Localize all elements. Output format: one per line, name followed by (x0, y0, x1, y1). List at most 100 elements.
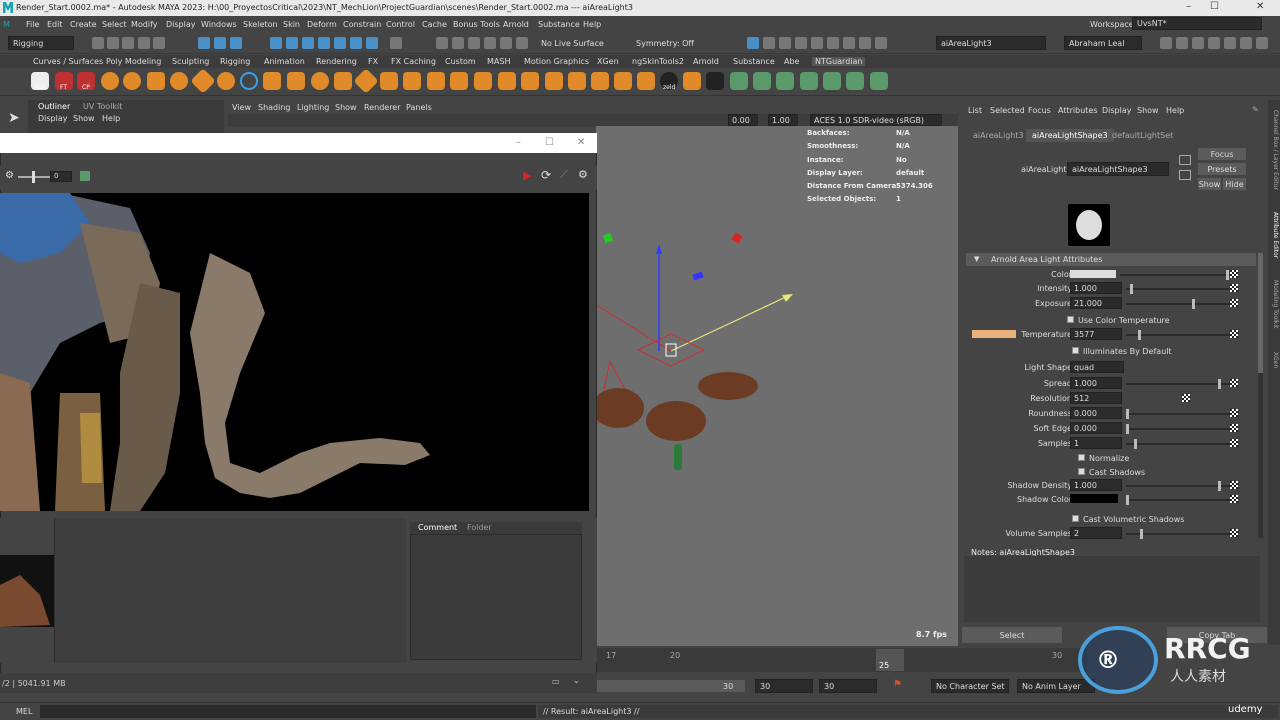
ae-temperature-map-icon[interactable] (1230, 330, 1238, 338)
shelf-tab-motion-graphics[interactable]: Motion Graphics (524, 57, 589, 66)
layer-tool-icon[interactable] (334, 72, 352, 90)
maya-menu-icon[interactable]: M (3, 20, 10, 29)
ae-soft-edge-map-icon[interactable] (1230, 424, 1238, 432)
side-tab-xgen[interactable]: XGen (1269, 352, 1279, 372)
diamond-tool-icon[interactable] (190, 68, 216, 94)
close-button[interactable]: ✕ (1256, 1, 1264, 12)
ae-samples-field[interactable]: 1 (1070, 437, 1122, 449)
ae-menu-selected[interactable]: Selected (990, 106, 1025, 115)
rv-render-icon[interactable]: ▶ (523, 169, 531, 182)
new-scene-icon[interactable] (92, 37, 104, 49)
ae-soft-edge-slider[interactable] (1126, 424, 1230, 434)
input-icon[interactable] (468, 37, 480, 49)
ae-illuminates-default-checkbox[interactable] (1072, 347, 1079, 354)
ae-volume-samples-slider[interactable] (1126, 529, 1230, 539)
rv-exposure-field[interactable]: 0 (50, 171, 72, 182)
history-icon[interactable] (436, 37, 448, 49)
ae-scroll-thumb[interactable] (1258, 253, 1263, 373)
outliner-menu-display[interactable]: Display (38, 114, 68, 123)
rv-settings-icon[interactable]: ⚙ (5, 170, 14, 181)
loop-tool-icon[interactable] (311, 72, 329, 90)
curve-tool-icon[interactable] (263, 72, 281, 90)
ae-light-shape-select[interactable]: quad (1070, 361, 1124, 373)
control-tool-icon-4[interactable] (474, 72, 492, 90)
menu-modify[interactable]: Modify (131, 20, 158, 29)
vp-menu-renderer[interactable]: Renderer (364, 103, 401, 112)
cylinder-tool-icon[interactable] (217, 72, 235, 90)
shelf-tab-rigging[interactable]: Rigging (220, 57, 250, 66)
ae-section-collapse-icon[interactable]: ▼ (974, 255, 979, 263)
render-view-icon[interactable] (747, 37, 759, 49)
ae-select-button[interactable]: Select (962, 627, 1062, 643)
menu-cache[interactable]: Cache (422, 20, 447, 29)
redo-icon[interactable] (153, 37, 165, 49)
control-tool-icon-9[interactable] (591, 72, 609, 90)
rv-maximize-button[interactable]: ☐ (545, 137, 554, 148)
shelf-tab-mash[interactable]: MASH (487, 57, 510, 66)
menu-skeleton[interactable]: Skeleton (243, 20, 278, 29)
render-image[interactable] (0, 193, 589, 511)
ae-cast-shadows-checkbox[interactable] (1078, 468, 1085, 475)
cmd-input[interactable] (40, 705, 536, 718)
ae-spread-field[interactable]: 1.000 (1070, 377, 1122, 389)
shelf-tab-fx-caching[interactable]: FX Caching (391, 57, 436, 66)
layout-icon-3[interactable] (1192, 37, 1204, 49)
ae-go-input-icon[interactable] (1179, 155, 1191, 165)
shelf-tab-ngskintools[interactable]: ngSkinTools2 (632, 57, 684, 66)
rv-collapse-icon[interactable]: ⌄ (573, 676, 580, 685)
pivot-tool-icon[interactable] (706, 72, 724, 90)
outliner-menu-help[interactable]: Help (102, 114, 120, 123)
shelf-tab-fx[interactable]: FX (368, 57, 378, 66)
snap-view-icon[interactable] (318, 37, 330, 49)
lock-icon[interactable] (390, 37, 402, 49)
ae-samples-map-icon[interactable] (1230, 439, 1238, 447)
ae-node-name-field[interactable]: aiAreaLightShape3 (1067, 162, 1169, 176)
ae-menu-list[interactable]: List (968, 106, 982, 115)
select-arrow-icon[interactable]: ➤ (8, 110, 20, 126)
ae-menu-help[interactable]: Help (1166, 106, 1184, 115)
ae-color-swatch[interactable] (1070, 270, 1116, 278)
ae-tab-transform[interactable]: aiAreaLight3 (973, 131, 1024, 140)
menu-display[interactable]: Display (166, 20, 196, 29)
undo-icon[interactable] (138, 37, 150, 49)
exposure-field[interactable]: 0.00 (728, 114, 758, 126)
rv-snapshot-icon[interactable]: ▭ (552, 677, 560, 686)
bend-tool-icon[interactable] (287, 72, 305, 90)
snap-surface-icon[interactable] (334, 37, 346, 49)
ae-tab-lightset[interactable]: defaultLightSet (1112, 131, 1173, 140)
menu-substance[interactable]: Substance (538, 20, 580, 29)
green-tool-icon-5[interactable] (823, 72, 841, 90)
ae-tab-shape[interactable]: aiAreaLightShape3 (1026, 129, 1114, 142)
user-account-select[interactable]: Abraham Leal (1064, 36, 1142, 50)
snapshot-thumbnail[interactable] (0, 555, 54, 627)
ae-intensity-slider[interactable] (1126, 284, 1230, 294)
shelf-tab-ntguardian[interactable]: NTGuardian (812, 57, 866, 66)
hex-tool-icon-2[interactable] (123, 72, 141, 90)
snap-point-icon[interactable] (302, 37, 314, 49)
autokey-icon[interactable]: ⚑ (893, 679, 902, 690)
joint-tool-icon[interactable] (353, 68, 379, 94)
tab-comment[interactable]: Comment (418, 523, 457, 532)
maximize-button[interactable]: ☐ (1210, 1, 1219, 12)
ae-shadow-color-map-icon[interactable] (1230, 495, 1238, 503)
select-tool-icon[interactable] (198, 37, 210, 49)
ae-focus-button[interactable]: Focus (1198, 148, 1246, 160)
snap-vertex-icon[interactable] (350, 37, 362, 49)
snap-pivot-icon[interactable] (366, 37, 378, 49)
ae-cast-vol-shadows-checkbox[interactable] (1072, 515, 1079, 522)
ae-shadow-density-map-icon[interactable] (1230, 481, 1238, 489)
menu-create[interactable]: Create (70, 20, 97, 29)
snap-grid-icon[interactable] (270, 37, 282, 49)
green-tool-icon-6[interactable] (846, 72, 864, 90)
arnold-ipr-icon[interactable] (859, 37, 871, 49)
vp-menu-view[interactable]: View (232, 103, 251, 112)
live-surface-label[interactable]: No Live Surface (541, 39, 604, 48)
control-tool-icon-8[interactable] (568, 72, 586, 90)
time-slider[interactable]: 17 20 25 25 30 (597, 648, 1087, 672)
green-tool-icon-7[interactable] (870, 72, 888, 90)
ae-roundness-field[interactable]: 0.000 (1070, 407, 1122, 419)
menu-edit[interactable]: Edit (47, 20, 63, 29)
vp-menu-shading[interactable]: Shading (258, 103, 291, 112)
menu-windows[interactable]: Windows (201, 20, 237, 29)
ae-samples-slider[interactable] (1126, 439, 1230, 449)
